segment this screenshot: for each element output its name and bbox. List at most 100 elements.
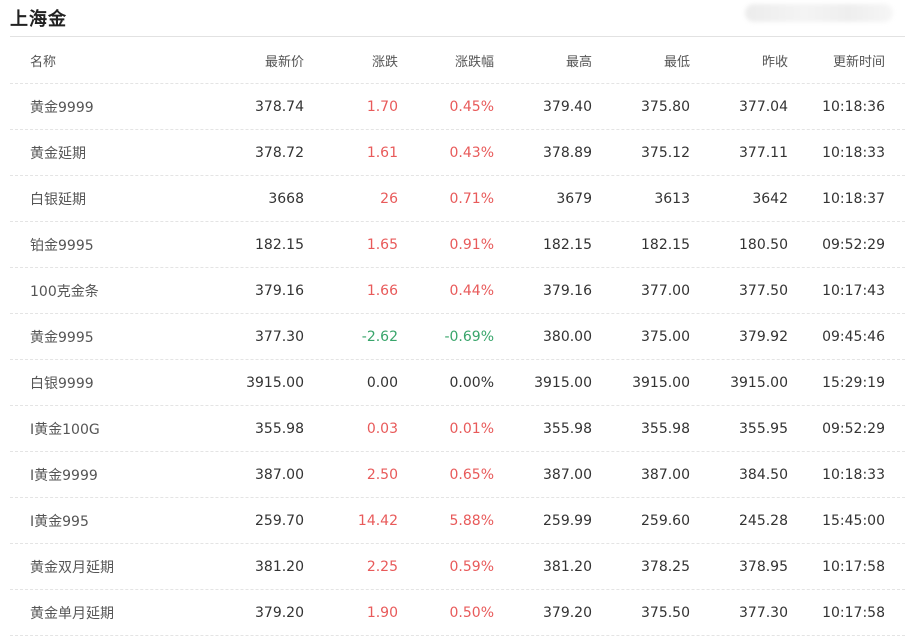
cell-low: 375.50 [641,604,690,621]
cell-change: 14.42 [357,512,398,529]
cell-name[interactable]: I黄金100G [30,406,100,451]
cell-change: 0.03 [366,420,398,437]
cell-change-pct: 0.01% [449,420,494,437]
cell-change: -2.62 [361,328,398,345]
cell-prev-close: 379.92 [739,328,788,345]
cell-low: 375.80 [641,98,690,115]
cell-low: 387.00 [641,466,690,483]
blurred-widget [745,4,893,22]
table-row[interactable]: 黄金9995 377.30 -2.62 -0.69% 380.00 375.00 379.9… [10,314,905,360]
cell-latest: 355.98 [255,420,304,437]
cell-name[interactable]: I黄金995 [30,498,89,543]
cell-latest: 259.70 [255,512,304,529]
cell-change-pct: 0.59% [449,558,494,575]
cell-update-time: 10:18:36 [822,98,885,115]
cell-change: 1.90 [366,604,398,621]
header-prev-close: 昨收 [761,54,788,70]
table-row[interactable]: 白银延期 3668 26 0.71% 3679 3613 3642 10:18:37 [10,176,905,222]
cell-prev-close: 377.04 [739,98,788,115]
header-latest: 最新价 [264,54,304,70]
cell-update-time: 09:45:46 [822,328,885,345]
table-header-row: 名称 最新价 涨跌 涨跌幅 最高 最低 昨收 更新时间 [10,37,905,84]
cell-latest: 377.30 [255,328,304,345]
quote-table: 名称 最新价 涨跌 涨跌幅 最高 最低 昨收 更新时间 黄金9999 378.74… [10,37,905,636]
cell-latest: 378.72 [255,144,304,161]
cell-latest: 378.74 [255,98,304,115]
cell-prev-close: 3642 [752,190,788,207]
header-name: 名称 [30,54,57,70]
cell-low: 375.12 [641,144,690,161]
cell-update-time: 10:18:37 [822,190,885,207]
cell-latest: 387.00 [255,466,304,483]
table-row[interactable]: 铂金9995 182.15 1.65 0.91% 182.15 182.15 180.50 0… [10,222,905,268]
cell-prev-close: 377.11 [739,144,788,161]
cell-high: 387.00 [543,466,592,483]
cell-high: 379.40 [543,98,592,115]
cell-name[interactable]: 黄金延期 [30,130,86,175]
table-row[interactable]: 白银9999 3915.00 0.00 0.00% 3915.00 3915.00 3915… [10,360,905,406]
cell-latest: 3915.00 [246,374,304,391]
table-row[interactable]: 黄金单月延期 379.20 1.90 0.50% 379.20 375.50 377.30 1… [10,590,905,636]
cell-change: 2.25 [366,558,398,575]
cell-high: 379.20 [543,604,592,621]
cell-low: 355.98 [641,420,690,437]
cell-low: 3613 [654,190,690,207]
cell-change-pct: 0.50% [449,604,494,621]
cell-latest: 379.20 [255,604,304,621]
cell-prev-close: 180.50 [739,236,788,253]
header-change: 涨跌 [371,54,398,70]
table-row[interactable]: 黄金9999 378.74 1.70 0.45% 379.40 375.80 377.04 1… [10,84,905,130]
cell-high: 355.98 [543,420,592,437]
header-update-time: 更新时间 [832,54,885,70]
cell-change-pct: 0.43% [449,144,494,161]
cell-low: 259.60 [641,512,690,529]
cell-low: 182.15 [641,236,690,253]
cell-update-time: 10:18:33 [822,466,885,483]
cell-change-pct: 0.00% [449,374,494,391]
cell-update-time: 10:17:58 [822,558,885,575]
cell-name[interactable]: 白银9999 [30,360,94,405]
cell-name[interactable]: 铂金9995 [30,222,94,267]
cell-change: 2.50 [366,466,398,483]
table-row[interactable]: 黄金延期 378.72 1.61 0.43% 378.89 375.12 377.11 10:… [10,130,905,176]
cell-change: 26 [380,190,398,207]
cell-high: 182.15 [543,236,592,253]
cell-update-time: 15:45:00 [822,512,885,529]
cell-name[interactable]: I黄金9999 [30,452,98,497]
cell-update-time: 09:52:29 [822,420,885,437]
cell-name[interactable]: 白银延期 [30,176,86,221]
cell-latest: 3668 [268,190,304,207]
cell-high: 259.99 [543,512,592,529]
cell-change-pct: 0.65% [449,466,494,483]
cell-high: 381.20 [543,558,592,575]
cell-change: 1.61 [366,144,398,161]
cell-name[interactable]: 黄金9995 [30,314,94,359]
cell-high: 378.89 [543,144,592,161]
cell-update-time: 09:52:29 [822,236,885,253]
table-row[interactable]: 100克金条 379.16 1.66 0.44% 379.16 377.00 377.50 1… [10,268,905,314]
header-high: 最高 [565,54,592,70]
cell-change-pct: 0.91% [449,236,494,253]
cell-change-pct: 5.88% [449,512,494,529]
cell-prev-close: 245.28 [739,512,788,529]
page-title: 上海金 [10,9,67,30]
cell-name[interactable]: 黄金单月延期 [30,590,114,635]
cell-prev-close: 384.50 [739,466,788,483]
cell-low: 377.00 [641,282,690,299]
cell-name[interactable]: 黄金双月延期 [30,544,114,589]
table-row[interactable]: I黄金995 259.70 14.42 5.88% 259.99 259.60 245.28… [10,498,905,544]
cell-name[interactable]: 黄金9999 [30,84,94,129]
cell-name[interactable]: 100克金条 [30,268,99,313]
cell-change: 1.66 [366,282,398,299]
cell-prev-close: 378.95 [739,558,788,575]
table-row[interactable]: I黄金9999 387.00 2.50 0.65% 387.00 387.00 384.50… [10,452,905,498]
cell-change: 0.00 [366,374,398,391]
cell-low: 3915.00 [632,374,690,391]
cell-change-pct: 0.71% [449,190,494,207]
cell-low: 375.00 [641,328,690,345]
cell-update-time: 10:17:43 [822,282,885,299]
cell-change: 1.65 [366,236,398,253]
cell-prev-close: 3915.00 [730,374,788,391]
table-row[interactable]: 黄金双月延期 381.20 2.25 0.59% 381.20 378.25 378.95 1… [10,544,905,590]
table-row[interactable]: I黄金100G 355.98 0.03 0.01% 355.98 355.98 355.95… [10,406,905,452]
